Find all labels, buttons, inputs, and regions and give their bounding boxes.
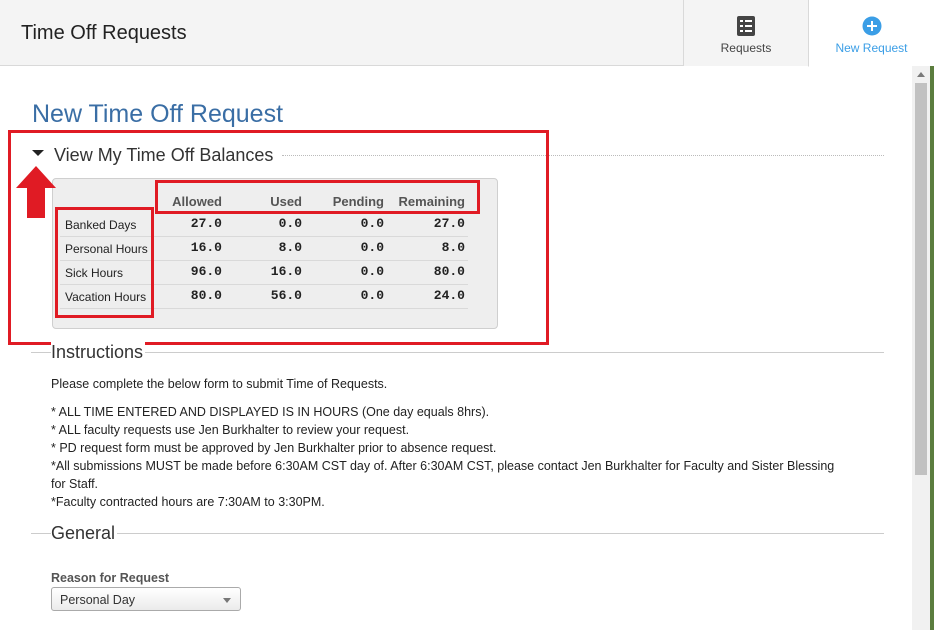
- instructions-intro: Please complete the below form to submit…: [51, 377, 388, 391]
- plus-circle-icon: [862, 16, 881, 36]
- tab-new-request[interactable]: New Request: [808, 0, 934, 67]
- page-title: New Time Off Request: [32, 100, 284, 128]
- instruction-line: *All submissions MUST be made before 6:3…: [51, 459, 835, 491]
- tab-requests[interactable]: Requests: [683, 0, 808, 66]
- chevron-down-icon: [223, 598, 231, 603]
- window-edge: [930, 66, 934, 630]
- reason-label: Reason for Request: [51, 571, 170, 585]
- reason-select-value: Personal Day: [60, 593, 136, 607]
- scrollbar-thumb[interactable]: [915, 83, 927, 475]
- scroll-up-icon[interactable]: [917, 72, 925, 77]
- tab-requests-label: Requests: [720, 41, 772, 55]
- instruction-line: *Faculty contracted hours are 7:30AM to …: [51, 495, 325, 509]
- checklist-icon: [737, 16, 755, 36]
- annotation-box-row-labels: [55, 207, 154, 318]
- annotation-box-columns: [155, 180, 480, 214]
- reason-select[interactable]: Personal Day: [51, 587, 241, 611]
- tab-new-request-label: New Request: [835, 41, 908, 55]
- section-divider: [31, 352, 884, 353]
- instructions-heading: Instructions: [51, 342, 146, 363]
- section-divider: [31, 533, 884, 534]
- app-title: Time Off Requests: [21, 22, 187, 44]
- general-heading: General: [51, 523, 118, 544]
- instruction-line: * ALL TIME ENTERED AND DISPLAYED IS IN H…: [51, 405, 490, 419]
- vertical-scrollbar[interactable]: [912, 66, 930, 630]
- app-header: Time Off Requests Requests New Request: [0, 0, 934, 67]
- instruction-line: * ALL faculty requests use Jen Burkhalte…: [51, 423, 410, 437]
- instruction-line: * PD request form must be approved by Je…: [51, 441, 497, 455]
- red-up-arrow-icon: [16, 166, 56, 218]
